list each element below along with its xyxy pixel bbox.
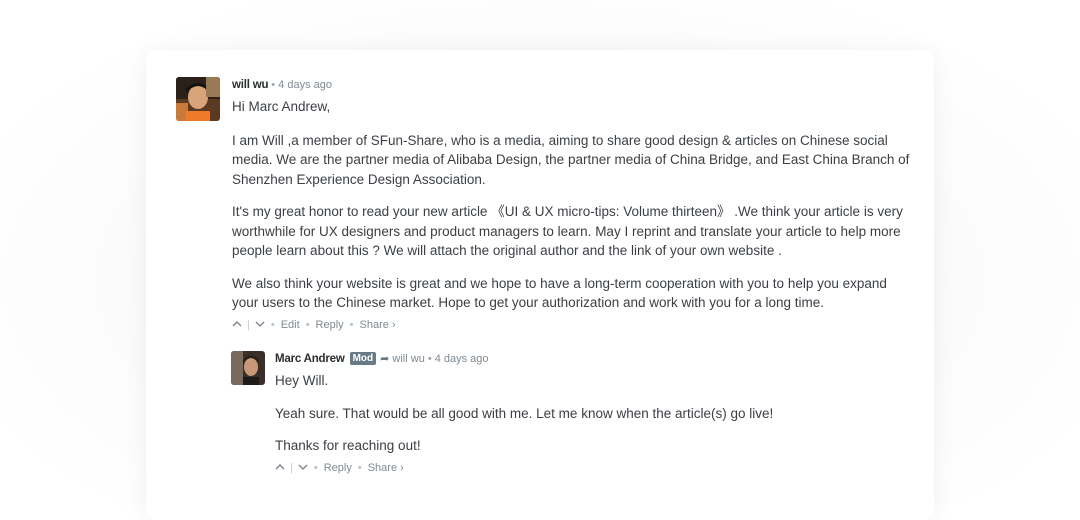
- comment-paragraph: Hey Will.: [275, 373, 329, 388]
- comment-paragraph: It's my great honor to read your new art…: [232, 204, 903, 258]
- meta-separator: •: [427, 353, 432, 365]
- comment-body: Hey Will. Yeah sure. That would be all g…: [275, 371, 911, 456]
- action-separator: •: [270, 318, 275, 331]
- comment-paragraph: Hi Marc Andrew,: [232, 99, 331, 114]
- action-separator: •: [305, 318, 310, 331]
- chevron-down-icon[interactable]: [255, 317, 265, 333]
- author-name[interactable]: will wu: [232, 79, 268, 91]
- chevron-down-icon[interactable]: [298, 460, 308, 476]
- reply-button[interactable]: Reply: [316, 319, 344, 331]
- comment-timestamp[interactable]: 4 days ago: [435, 353, 489, 365]
- avatar-image: [176, 77, 220, 121]
- comment-actions: | • Reply • Share ›: [275, 460, 911, 476]
- edit-button[interactable]: Edit: [281, 319, 300, 331]
- author-name[interactable]: Marc Andrew: [275, 353, 345, 365]
- comment-paragraph: We also think your website is great and …: [232, 275, 887, 311]
- comment-body: Hi Marc Andrew, I am Will ,a member of S…: [232, 97, 916, 313]
- reply-arrow-icon: ➦: [380, 353, 390, 365]
- comment-timestamp[interactable]: 4 days ago: [278, 79, 332, 91]
- action-separator: •: [313, 461, 318, 474]
- meta-separator: •: [271, 79, 276, 91]
- comment-meta: Marc Andrew Mod ➦ will wu • 4 days ago: [275, 351, 911, 367]
- avatar[interactable]: [231, 351, 265, 385]
- comment-paragraph: Thanks for reaching out!: [275, 438, 421, 453]
- avatar-image: [231, 351, 265, 385]
- in-reply-to[interactable]: ➦ will wu: [380, 353, 425, 365]
- share-button[interactable]: Share ›: [368, 462, 404, 474]
- reply-to-author: will wu: [392, 353, 425, 365]
- vote-divider: |: [247, 318, 250, 331]
- action-separator: •: [349, 318, 354, 331]
- comment-meta: will wu • 4 days ago: [232, 77, 916, 93]
- action-separator: •: [357, 461, 362, 474]
- vote-divider: |: [290, 461, 293, 474]
- chevron-up-icon[interactable]: [275, 460, 285, 476]
- comments-card: will wu • 4 days ago Hi Marc Andrew, I am …: [146, 50, 934, 520]
- comment-paragraph: Yeah sure. That would be all good with m…: [275, 405, 774, 421]
- moderator-badge: Mod: [349, 352, 377, 365]
- chevron-up-icon[interactable]: [232, 317, 242, 333]
- avatar[interactable]: [176, 77, 220, 121]
- comment-paragraph: I am Will ,a member of SFun-Share, who i…: [232, 132, 910, 187]
- share-button[interactable]: Share ›: [360, 319, 396, 331]
- reply-button[interactable]: Reply: [324, 462, 352, 474]
- comment-actions: | • Edit • Reply • Share ›: [232, 317, 916, 333]
